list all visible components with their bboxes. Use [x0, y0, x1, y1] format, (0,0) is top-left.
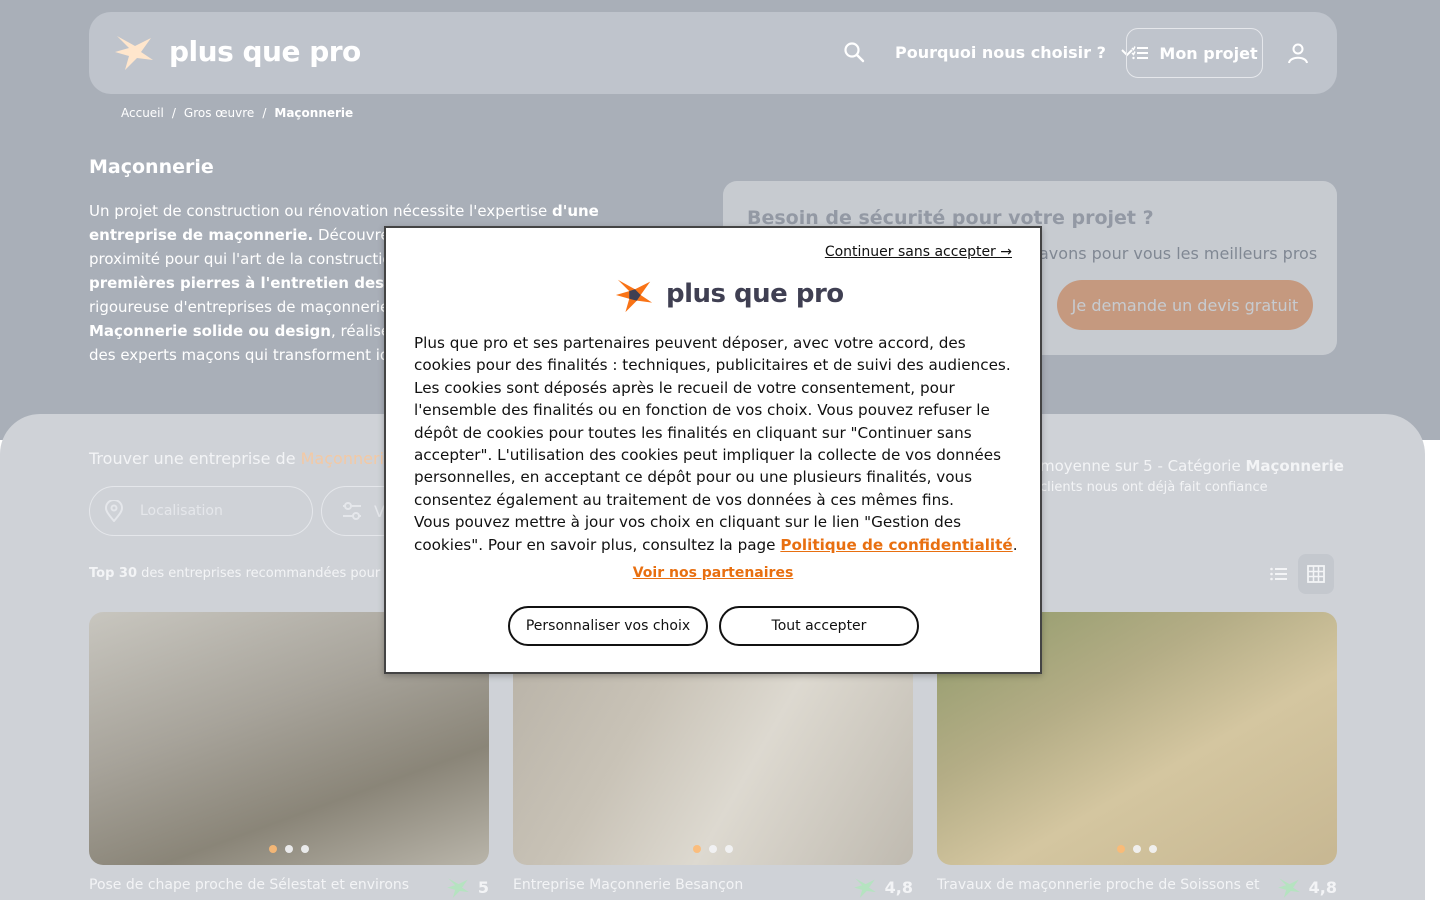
cookie-consent-dialog: Continuer sans accepter → plus que pro P… — [384, 226, 1042, 674]
see-partners-link[interactable]: Voir nos partenaires — [386, 565, 1040, 581]
cookie-text-paragraph: Plus que pro et ses partenaires peuvent … — [414, 334, 1011, 509]
continue-without-accepting-link[interactable]: Continuer sans accepter → — [825, 244, 1012, 260]
cookie-logo-text: plus que pro — [666, 279, 844, 309]
cookie-text-end: . — [1012, 535, 1018, 554]
star-logo-icon — [615, 279, 653, 313]
cookie-consent-text: Plus que pro et ses partenaires peuvent … — [414, 332, 1019, 556]
cookie-dialog-logo: plus que pro — [614, 274, 844, 314]
accept-all-button[interactable]: Tout accepter — [719, 606, 919, 646]
customize-choices-button[interactable]: Personnaliser vos choix — [508, 606, 708, 646]
privacy-policy-link[interactable]: Politique de confidentialité — [780, 536, 1012, 554]
